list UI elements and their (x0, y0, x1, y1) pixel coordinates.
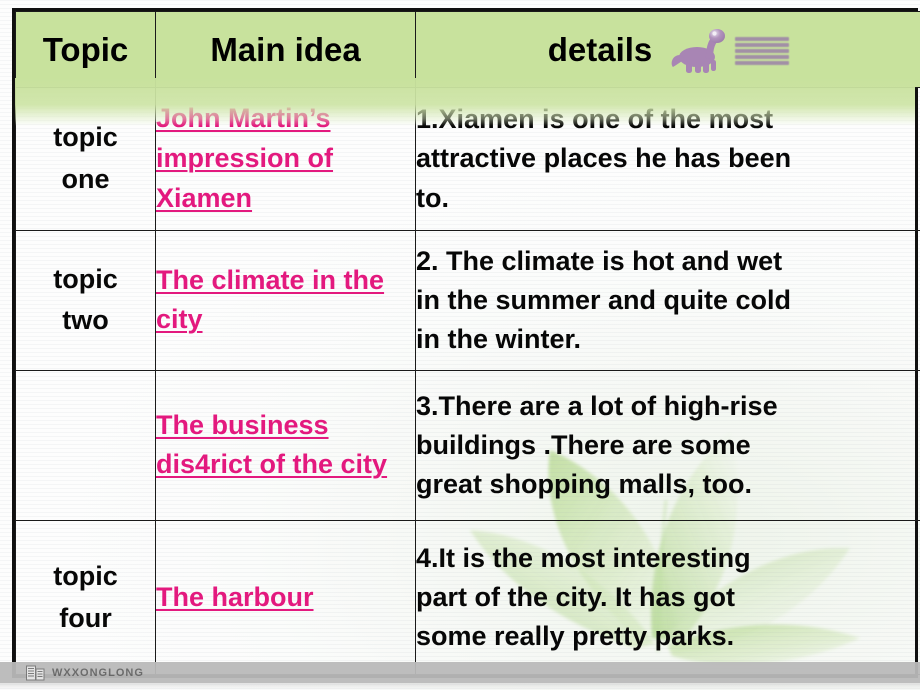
details-line-2: buildings .There are some (416, 429, 751, 460)
presentation-slide: Topic Main idea details topic one John M… (0, 0, 920, 690)
details-line-2: in the summer and quite cold (416, 284, 792, 315)
topic-line-1: topic (53, 263, 118, 294)
topic-line-2: two (62, 305, 109, 336)
content-table: Topic Main idea details topic one John M… (12, 8, 920, 678)
topic-line-1: topic (53, 560, 118, 591)
brontosaurus-icon (670, 28, 790, 74)
cell-details-2: 2. The climate is hot and wet in the sum… (415, 230, 920, 371)
column-header-topic-label: Topic (42, 30, 129, 68)
details-line-3: some really pretty parks. (416, 621, 735, 652)
details-text-2: 2. The climate is hot and wet in the sum… (416, 242, 920, 359)
cell-main-idea-2: The climate in the city (155, 230, 416, 371)
cell-details-3: 3.There are a lot of high-rise buildings… (415, 369, 920, 522)
main-idea-text-3: The business dis4rict of the city (156, 409, 388, 480)
footer-watermark-text: WXXONGLONG (52, 666, 144, 679)
table-header-row: Topic Main idea details (15, 11, 920, 88)
topic-line-2: one (61, 164, 110, 195)
details-text-1: 1.Xiamen is one of the most attractive p… (416, 100, 920, 217)
details-line-3: in the winter. (416, 324, 582, 355)
details-line-1: 1.Xiamen is one of the most (416, 104, 774, 135)
details-line-1: 3.There are a lot of high-rise (416, 390, 778, 421)
column-header-topic: Topic (15, 11, 156, 88)
details-line-3: to. (416, 182, 450, 213)
details-line-3: great shopping malls, too. (416, 469, 753, 500)
column-header-details: details (415, 11, 920, 88)
cell-topic-1: topic one (15, 86, 156, 232)
logo-blur-text (735, 37, 790, 66)
cell-main-idea-4: The harbour (155, 520, 416, 675)
table-row: topic two The climate in the city 2. The… (15, 230, 920, 371)
topic-line-2: four (59, 602, 112, 633)
cell-topic-4: topic four (15, 520, 156, 675)
main-idea-text-1: John Martin’s impression of Xiamen (156, 103, 334, 214)
column-header-main-idea-label: Main idea (210, 30, 361, 68)
main-idea-text-4: The harbour (156, 581, 314, 612)
cell-main-idea-1: John Martin’s impression of Xiamen (155, 86, 416, 232)
table-row: topic one John Martin’s impression of Xi… (15, 86, 920, 232)
column-header-details-label: details (547, 30, 653, 68)
cell-main-idea-3: The business dis4rict of the city (155, 369, 416, 522)
column-header-main-idea: Main idea (155, 11, 416, 88)
table-row: The business dis4rict of the city 3.Ther… (15, 369, 920, 522)
cell-topic-2: topic two (15, 230, 156, 371)
table-row: topic four The harbour 4.It is the most … (15, 520, 920, 675)
details-text-4: 4.It is the most interesting part of the… (416, 539, 920, 656)
footer-watermark: WXXONGLONG (26, 664, 144, 681)
details-line-2: attractive places he has been (416, 143, 792, 174)
topic-line-1: topic (53, 122, 118, 153)
main-idea-text-2: The climate in the city (156, 264, 385, 335)
footer-fade (0, 683, 920, 690)
details-text-3: 3.There are a lot of high-rise buildings… (416, 387, 920, 504)
details-line-1: 4.It is the most interesting (416, 542, 751, 573)
building-watermark-icon (26, 664, 45, 681)
details-line-2: part of the city. It has got (416, 582, 736, 613)
details-line-1: 2. The climate is hot and wet (416, 245, 783, 276)
cell-details-4: 4.It is the most interesting part of the… (415, 520, 920, 675)
cell-topic-3 (15, 369, 156, 522)
cell-details-1: 1.Xiamen is one of the most attractive p… (415, 86, 920, 232)
